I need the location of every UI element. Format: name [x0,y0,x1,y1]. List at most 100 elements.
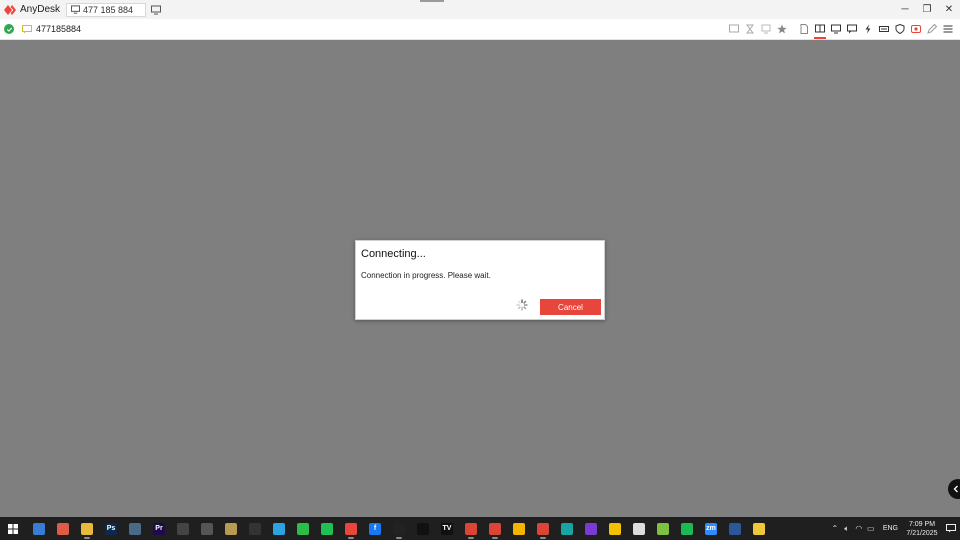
sticky-notes-icon [609,522,621,535]
tool-screen[interactable] [812,19,828,40]
lightning-icon [865,24,871,34]
anydesk-logo-icon [4,4,16,16]
media-icon [225,522,237,535]
tool-menu[interactable] [940,19,956,40]
anydesk-icon [345,522,357,535]
chat-bubble-icon [847,24,857,34]
taskbar-app-chrome-4[interactable] [531,517,555,540]
drag-handle[interactable] [420,0,444,2]
display-icon [729,24,739,33]
tool-permissions[interactable] [892,19,908,40]
volume-icon[interactable]: 🔈︎ [841,517,853,540]
input-language[interactable]: ENG [883,525,898,532]
taskbar-app-chrome-3[interactable] [507,517,531,540]
taskbar-app-word[interactable] [723,517,747,540]
tool-file[interactable] [796,19,812,40]
wifi-icon[interactable]: ◠ [853,517,865,540]
taskbar-app-tradingview[interactable]: TV [435,517,459,540]
file-explorer-icon [81,522,93,535]
taskbar-app-calculator[interactable] [123,517,147,540]
taskbar-app-media[interactable] [219,517,243,540]
connection-status-icon [4,24,14,34]
new-session-button[interactable] [150,4,162,16]
remote-address: 477185884 [36,24,82,34]
taskbar-app-file-explorer[interactable] [75,517,99,540]
screen-icon [815,24,825,33]
notifications-button[interactable] [942,517,960,540]
chevron-left-icon [953,485,958,493]
taskbar-app-wechat[interactable] [291,517,315,540]
session-toolbar: 477185884 [0,19,960,40]
network-icon[interactable]: ▭ [865,517,877,540]
photoshop-icon: Ps [105,522,117,535]
cancel-button[interactable]: Cancel [540,299,601,315]
file-icon [800,24,808,34]
taskbar-app-circle-app[interactable] [627,517,651,540]
taskbar-app-capcut[interactable] [387,517,411,540]
taskbar-app-sticky-notes[interactable] [603,517,627,540]
taskbar-app-python[interactable] [747,517,771,540]
start-button[interactable] [3,517,23,540]
connecting-dialog: Connecting... Connection in progress. Pl… [355,240,605,320]
chrome-1-icon [465,522,477,535]
tool-record[interactable] [908,19,924,40]
taskbar-app-upload-app[interactable] [651,517,675,540]
app-name: AnyDesk [20,4,61,15]
minimize-icon: ─ [901,4,909,15]
telegram-icon [273,522,285,535]
taskbar-app-zoom[interactable]: zm [699,517,723,540]
tool-chat[interactable] [844,19,860,40]
taskbar-app-edge[interactable] [555,517,579,540]
capture-icon [177,522,189,535]
tool-draw[interactable] [924,19,940,40]
tool-keyboard[interactable] [876,19,892,40]
session-tab[interactable]: 477 185 884 [66,2,147,17]
taskbar-app-notes[interactable] [51,517,75,540]
tiktok-icon [417,522,429,535]
clock-icon [201,522,213,535]
taskbar-app-chrome-1[interactable] [459,517,483,540]
taskbar-app-tiktok[interactable] [411,517,435,540]
taskbar-app-telegram[interactable] [267,517,291,540]
python-icon [753,522,765,535]
session-tab-label: 477 185 884 [83,4,134,15]
taskbar-app-anydesk[interactable] [339,517,363,540]
taskbar-app-line[interactable] [315,517,339,540]
premiere-icon: Pr [153,522,165,535]
restore-button[interactable]: ❐ [916,0,938,19]
facebook-icon: f [369,522,381,535]
dialog-message: Connection in progress. Please wait. [361,271,491,280]
show-hidden-icons-chevron-icon[interactable]: ⌃ [829,517,841,540]
close-button[interactable]: ✕ [938,0,960,19]
loading-spinner-icon [516,299,528,311]
chrome-3-icon [513,522,525,535]
taskbar-app-facebook[interactable]: f [363,517,387,540]
transfer-icon [761,24,771,34]
minimize-button[interactable]: ─ [894,0,916,19]
taskbar-app-premiere[interactable]: Pr [147,517,171,540]
keyboard-icon [879,26,889,32]
hourglass-icon [746,24,754,34]
taskbar-app-chrome-2[interactable] [483,517,507,540]
close-icon: ✕ [944,4,954,15]
taskbar-app-capture[interactable] [171,517,195,540]
taskbar-app-photoshop[interactable]: Ps [99,517,123,540]
taskbar-clock[interactable]: 7:09 PM 7/21/2025 [902,520,942,538]
tool-transfer[interactable] [758,19,774,40]
taskbar-app-clock[interactable] [195,517,219,540]
tool-favorite[interactable] [774,19,790,40]
taskbar-app-terminal[interactable] [243,517,267,540]
tool-display-quality[interactable] [726,19,742,40]
zoom-icon: zm [705,522,717,535]
chat-icon[interactable] [22,24,32,34]
taskbar-app-spotify[interactable] [675,517,699,540]
edge-icon [561,522,573,535]
record-icon [911,25,921,33]
taskbar-app-stripes-app[interactable] [579,517,603,540]
title-bar: AnyDesk 477 185 884 ─ ❐ ✕ [0,0,960,19]
tool-actions[interactable] [860,19,876,40]
calculator-icon [129,522,141,535]
taskbar-app-copilot[interactable] [27,517,51,540]
tool-timer[interactable] [742,19,758,40]
tool-monitor[interactable] [828,19,844,40]
